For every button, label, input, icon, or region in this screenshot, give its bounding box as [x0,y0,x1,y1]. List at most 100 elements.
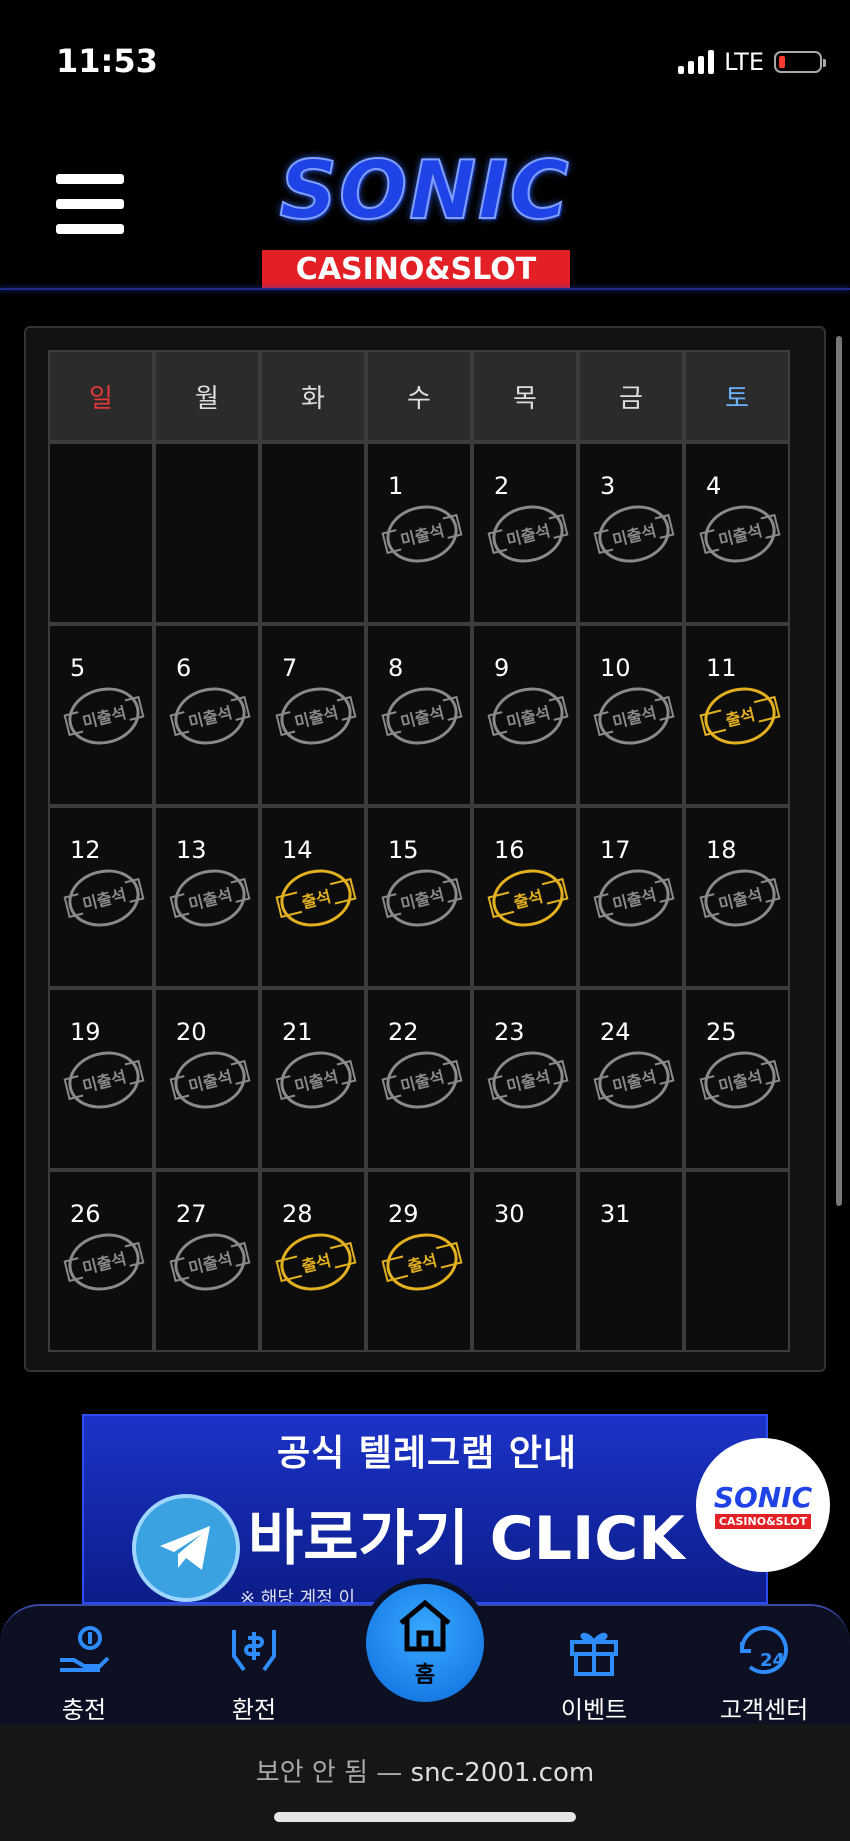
day-number: 16 [494,836,525,864]
network-label: LTE [724,48,764,76]
site-logo[interactable]: SONIC CASINO&SLOT [250,143,600,290]
absent-stamp-icon: 미출석 [698,498,782,570]
day-number: 31 [600,1200,631,1228]
nav-event-label: 이벤트 [560,1696,628,1724]
calendar-day [48,442,154,624]
calendar-day[interactable]: 23 미출석 [472,988,578,1170]
stamp-text: 출석 [296,882,336,914]
day-number: 23 [494,1018,525,1046]
calendar-day[interactable]: 17 미출석 [578,806,684,988]
absent-stamp-icon: 미출석 [486,680,570,752]
stamp-text: 미출석 [713,880,767,916]
calendar-day[interactable]: 7 미출석 [260,624,366,806]
absent-stamp-icon: 미출석 [168,1044,252,1116]
day-number: 20 [176,1018,207,1046]
calendar-day[interactable]: 28 출석 [260,1170,366,1352]
stamp-text: 미출석 [713,516,767,552]
home-indicator[interactable] [274,1812,576,1822]
calendar-day[interactable]: 29 출석 [366,1170,472,1352]
calendar-day[interactable]: 27 미출석 [154,1170,260,1352]
stamp-text: 미출석 [395,880,449,916]
status-bar: 11:53 LTE [0,0,850,120]
calendar-day[interactable]: 16 출석 [472,806,578,988]
calendar-day[interactable]: 10 미출석 [578,624,684,806]
absent-stamp-icon: 미출석 [62,680,146,752]
stamp-text: 미출석 [77,880,131,916]
calendar-day[interactable]: 3 미출석 [578,442,684,624]
calendar-day[interactable]: 15 미출석 [366,806,472,988]
calendar-day[interactable]: 1 미출석 [366,442,472,624]
day-number: 2 [494,472,510,500]
stamp-text: 출석 [508,882,548,914]
calendar-day[interactable]: 12 미출석 [48,806,154,988]
floating-logo-button[interactable]: SONIC CASINO&SLOT [696,1438,830,1572]
weekday-header: 토 [684,350,790,442]
absent-stamp-icon: 미출석 [168,680,252,752]
calendar-day[interactable]: 26 미출석 [48,1170,154,1352]
calendar-day[interactable]: 31 [578,1170,684,1352]
logo-subtitle: CASINO&SLOT [262,250,570,290]
nav-home-label: 홈 [414,1663,436,1688]
browser-url-bar[interactable]: 보안 안 됨 — snc-2001.com [0,1724,850,1841]
stamp-text: 출석 [720,700,760,732]
scrollbar[interactable] [836,336,842,1206]
calendar-day [260,442,366,624]
calendar-day[interactable]: 9 미출석 [472,624,578,806]
calendar-day[interactable]: 30 [472,1170,578,1352]
present-stamp-icon: 출석 [698,680,782,752]
stamp-text: 미출석 [607,698,661,734]
stamp-text: 미출석 [183,1062,237,1098]
stamp-text: 미출석 [501,516,555,552]
stamp-text: 미출석 [77,1062,131,1098]
nav-withdraw[interactable]: 환전 [194,1618,314,1725]
nav-event[interactable]: 이벤트 [534,1618,654,1725]
calendar-day[interactable]: 2 미출석 [472,442,578,624]
day-number: 18 [706,836,737,864]
absent-stamp-icon: 미출석 [380,498,464,570]
stamp-text: 미출석 [501,698,555,734]
telegram-banner[interactable]: 공식 텔레그램 안내 바로가기 CLICK ※ 해당 계정 이 [82,1414,768,1604]
stamp-text: 미출석 [289,698,343,734]
day-number: 24 [600,1018,631,1046]
stamp-text: 미출석 [183,880,237,916]
stamp-text: 미출석 [395,1062,449,1098]
calendar-day[interactable]: 4 미출석 [684,442,790,624]
day-number: 6 [176,654,192,682]
calendar-day[interactable]: 22 미출석 [366,988,472,1170]
calendar-day[interactable]: 24 미출석 [578,988,684,1170]
absent-stamp-icon: 미출석 [698,862,782,934]
calendar-day[interactable]: 11 출석 [684,624,790,806]
day-number: 12 [70,836,101,864]
stamp-text: 출석 [402,1246,442,1278]
calendar-day[interactable]: 8 미출석 [366,624,472,806]
stamp-text: 미출석 [395,516,449,552]
url-domain: snc-2001.com [410,1758,595,1788]
calendar-day[interactable]: 18 미출석 [684,806,790,988]
stamp-text: 미출석 [713,1062,767,1098]
insecure-label: 보안 안 됨 — [255,1758,403,1788]
weekday-header: 금 [578,350,684,442]
calendar-day[interactable]: 6 미출석 [154,624,260,806]
absent-stamp-icon: 미출석 [168,862,252,934]
calendar-day[interactable]: 14 출석 [260,806,366,988]
svg-text:24: 24 [760,1650,785,1671]
absent-stamp-icon: 미출석 [380,680,464,752]
day-number: 19 [70,1018,101,1046]
stamp-text: 미출석 [183,1244,237,1280]
nav-deposit[interactable]: 충전 [24,1618,144,1725]
nav-home-button[interactable]: 홈 [360,1578,490,1708]
calendar-day[interactable]: 5 미출석 [48,624,154,806]
calendar-day[interactable]: 20 미출석 [154,988,260,1170]
nav-deposit-label: 충전 [61,1696,107,1724]
nav-support[interactable]: 24 고객센터 [704,1618,824,1725]
home-icon [399,1599,451,1652]
absent-stamp-icon: 미출석 [486,1044,570,1116]
day-number: 29 [388,1200,419,1228]
absent-stamp-icon: 미출석 [592,862,676,934]
calendar-day[interactable]: 25 미출석 [684,988,790,1170]
hamburger-menu-icon[interactable] [56,174,124,234]
calendar-day[interactable]: 19 미출석 [48,988,154,1170]
day-number: 5 [70,654,86,682]
calendar-day[interactable]: 13 미출석 [154,806,260,988]
calendar-day[interactable]: 21 미출석 [260,988,366,1170]
